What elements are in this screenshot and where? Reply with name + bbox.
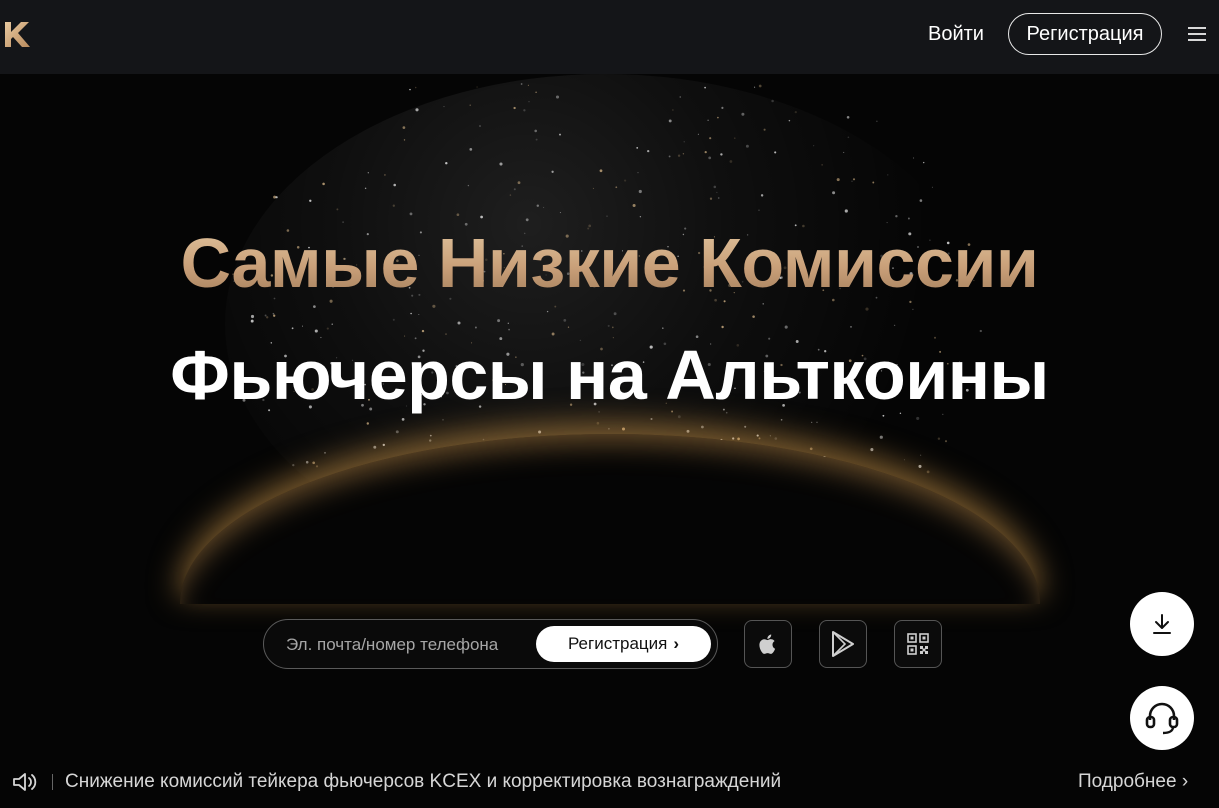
qr-code-button[interactable] bbox=[894, 620, 942, 668]
download-icon bbox=[1153, 614, 1171, 634]
headset-icon bbox=[1145, 702, 1179, 735]
page: Войти Регистрация Самые Низкие Комиссии … bbox=[0, 0, 1219, 808]
signup-form: Регистрация › bbox=[263, 619, 718, 669]
login-link[interactable]: Войти bbox=[928, 22, 984, 46]
email-phone-input[interactable] bbox=[284, 630, 538, 660]
kcex-logo-icon[interactable] bbox=[2, 18, 36, 52]
google-play-icon bbox=[832, 631, 854, 657]
qr-code-icon bbox=[907, 633, 929, 655]
announcement-bar: Снижение комиссий тейкера фьючерсов KCEX… bbox=[0, 762, 1219, 802]
top-header: Войти Регистрация bbox=[0, 0, 1219, 74]
speaker-icon bbox=[13, 773, 37, 791]
download-button[interactable] bbox=[1130, 592, 1194, 656]
announcement-text[interactable]: Снижение комиссий тейкера фьючерсов KCEX… bbox=[65, 771, 781, 793]
hamburger-menu-icon[interactable] bbox=[1188, 27, 1206, 43]
chevron-right-icon: › bbox=[673, 634, 680, 653]
register-button[interactable]: Регистрация bbox=[1008, 13, 1162, 55]
divider bbox=[52, 774, 53, 790]
signup-register-label: Регистрация bbox=[567, 634, 668, 653]
google-play-button[interactable] bbox=[819, 620, 867, 668]
support-button[interactable] bbox=[1130, 686, 1194, 750]
hero-title-line1: Самые Низкие Комиссии bbox=[0, 222, 1219, 304]
signup-register-button[interactable]: Регистрация › bbox=[536, 626, 711, 662]
apple-icon bbox=[759, 634, 776, 654]
app-store-button[interactable] bbox=[744, 620, 792, 668]
hero-title-line2: Фьючерсы на Альткоины bbox=[170, 336, 1049, 414]
hero-section: Самые Низкие Комиссии Фьючерсы на Альтко… bbox=[0, 74, 1219, 808]
more-link[interactable]: Подробнее › bbox=[1078, 771, 1188, 793]
